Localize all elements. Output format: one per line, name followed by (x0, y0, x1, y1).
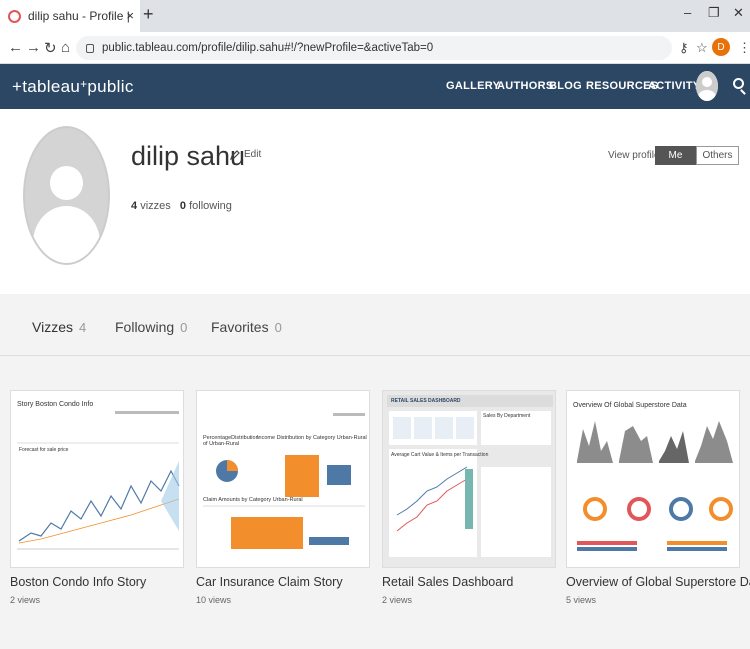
logo-text-left: +tableau (12, 77, 81, 96)
tab-vizzes-label: Vizzes (32, 319, 73, 335)
thumb-title: Overview Of Global Superstore Data (573, 402, 687, 409)
browser-toolbar: ← → ↻ ⌂ public.tableau.com/profile/dilip… (0, 32, 750, 64)
viz-card-title[interactable]: Car Insurance Claim Story (196, 575, 370, 589)
thumb-title: PercentageDistribution of Urban-Rural (203, 435, 259, 447)
browser-tab-bar: dilip sahu - Profile | Tableau Publ × + … (0, 0, 750, 32)
nav-gallery[interactable]: GALLERY (446, 80, 500, 92)
browser-tab-title: dilip sahu - Profile | Tableau Publ (28, 9, 132, 23)
thumb-subtitle: Income Distribution by Category Urban-Ru… (257, 435, 367, 441)
superstore-thumb-graphic (577, 421, 733, 551)
back-icon[interactable]: ← (8, 39, 23, 56)
logo-text-right: public (87, 77, 134, 96)
viz-card[interactable]: Story Boston Condo Info Forecast for sal… (10, 390, 184, 605)
viz-card-title[interactable]: Boston Condo Info Story (10, 575, 184, 589)
browser-tab[interactable]: dilip sahu - Profile | Tableau Publ × (0, 0, 140, 32)
tableau-public-logo[interactable]: +tableau+public (12, 77, 134, 97)
view-as-me-button[interactable]: Me (655, 146, 696, 165)
edit-profile-button[interactable]: Edit (230, 149, 261, 160)
tab-following-count: 0 (180, 320, 188, 335)
viz-card[interactable]: RETAIL SALES DASHBOARD Average Cart Valu… (382, 390, 556, 605)
vizzes-label: vizzes (140, 200, 171, 212)
thumb-subtitle: Forecast for sale price (19, 447, 69, 453)
viz-card-views: 10 views (196, 595, 232, 605)
forward-icon[interactable]: → (26, 39, 41, 56)
profile-name: dilip sahu (131, 141, 246, 171)
thumb-subtitle-2: Claim Amounts by Category Urban-Rural (203, 497, 303, 503)
viz-card-views: 2 views (10, 595, 41, 605)
home-icon[interactable]: ⌂ (61, 39, 70, 56)
thumb-subtitle-2: Sales By Department (483, 413, 531, 419)
minimize-icon[interactable]: – (684, 5, 691, 20)
tab-following-label: Following (115, 319, 175, 335)
tab-favorites-count: 0 (274, 320, 282, 335)
tableau-favicon-icon (8, 9, 21, 23)
viz-card-title[interactable]: Retail Sales Dashboard (382, 575, 556, 589)
thumb-subtitle: Average Cart Value & Items per Transacti… (391, 452, 489, 458)
nav-authors[interactable]: AUTHORS (497, 80, 554, 92)
viz-card[interactable]: Overview Of Global Superstore Data Overv… (566, 390, 750, 605)
viz-card-views: 5 views (566, 595, 597, 605)
key-icon[interactable]: ⚷ (679, 40, 689, 56)
pencil-icon (230, 149, 240, 160)
nav-blog[interactable]: BLOG (549, 80, 582, 92)
profile-tabs: Vizzes 4 Following 0 Favorites 0 (0, 294, 750, 356)
viz-thumbnail[interactable]: PercentageDistribution of Urban-Rural In… (196, 390, 370, 568)
search-icon[interactable] (733, 78, 744, 89)
tab-vizzes[interactable]: Vizzes 4 (32, 319, 86, 335)
profile-avatar (23, 126, 110, 265)
url-text: public.tableau.com/profile/dilip.sahu#!/… (102, 42, 434, 54)
nav-activity[interactable]: ACTIVITY (648, 80, 701, 92)
close-window-icon[interactable]: ✕ (733, 5, 744, 21)
vizzes-count: 4 (131, 200, 138, 212)
close-tab-icon[interactable]: × (126, 8, 134, 23)
header-user-avatar[interactable] (696, 71, 718, 101)
following-label: following (189, 200, 232, 212)
following-count: 0 (179, 200, 187, 212)
browser-profile-avatar[interactable]: D (712, 38, 730, 56)
browser-menu-icon[interactable]: ⋮ (738, 40, 750, 56)
viz-thumbnail[interactable]: Story Boston Condo Info Forecast for sal… (10, 390, 184, 568)
tab-following[interactable]: Following 0 (115, 319, 187, 335)
view-as-others-button[interactable]: Others (696, 146, 739, 165)
address-bar[interactable]: public.tableau.com/profile/dilip.sahu#!/… (76, 36, 672, 60)
profile-content: Vizzes 4 Following 0 Favorites 0 Story Bost… (0, 294, 750, 649)
edit-label: Edit (244, 149, 262, 160)
viz-card-title[interactable]: Overview of Global Superstore Data (566, 575, 750, 589)
maximize-icon[interactable]: ❐ (708, 5, 720, 21)
site-header: +tableau+public GALLERY AUTHORS BLOG RES… (0, 64, 750, 109)
tab-favorites[interactable]: Favorites 0 (211, 319, 282, 335)
bookmark-star-icon[interactable]: ☆ (696, 40, 708, 56)
lock-icon (86, 43, 94, 53)
tab-vizzes-count: 4 (78, 320, 87, 335)
reload-icon[interactable]: ↻ (44, 39, 57, 57)
viz-thumbnail[interactable]: RETAIL SALES DASHBOARD Average Cart Valu… (382, 390, 556, 568)
profile-stats: 4 vizzes 0 following (131, 200, 232, 212)
thumb-title: RETAIL SALES DASHBOARD (391, 398, 461, 404)
viz-card[interactable]: PercentageDistribution of Urban-Rural In… (196, 390, 370, 605)
insurance-thumb-graphic (203, 413, 365, 549)
new-tab-button[interactable]: + (143, 4, 154, 25)
tab-favorites-label: Favorites (211, 319, 269, 335)
boston-thumb-graphic (17, 411, 180, 550)
thumb-title: Story Boston Condo Info (17, 401, 94, 408)
viz-card-views: 2 views (382, 595, 413, 605)
viz-thumbnail[interactable]: Overview Of Global Superstore Data (566, 390, 740, 568)
